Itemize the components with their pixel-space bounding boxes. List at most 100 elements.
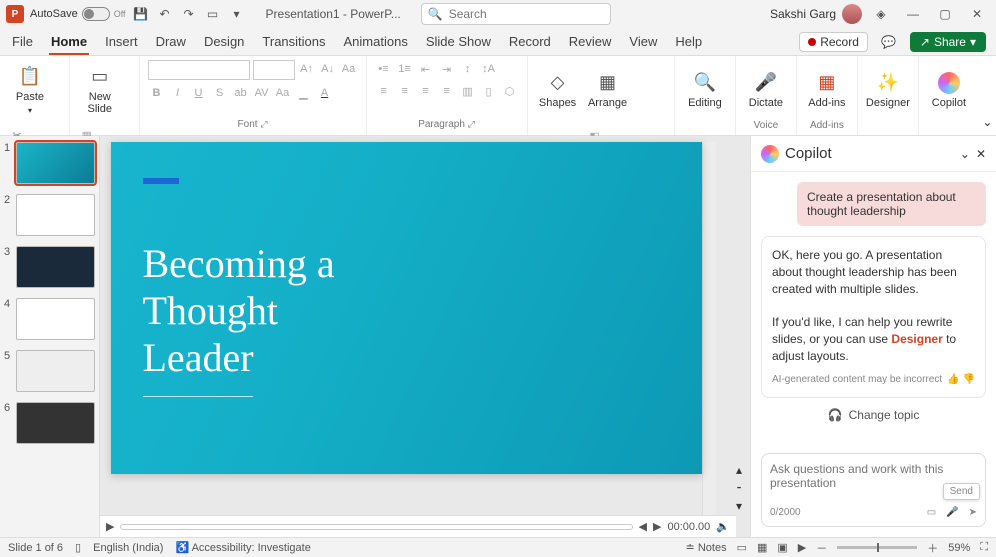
tab-slideshow[interactable]: Slide Show (424, 30, 493, 55)
new-slide-button[interactable]: ▭New Slide (78, 60, 122, 120)
present-icon[interactable]: ▭ (204, 5, 222, 23)
save-icon[interactable]: 💾 (132, 5, 150, 23)
redo-icon[interactable]: ↷ (180, 5, 198, 23)
search-field[interactable]: 🔍 (421, 3, 611, 25)
next-icon[interactable]: ▶ (653, 520, 661, 533)
document-title[interactable]: Presentation1 - PowerP... (266, 7, 401, 21)
zoom-percent[interactable]: 59% (948, 542, 970, 554)
vertical-scrollbar[interactable] (702, 142, 716, 515)
text-direction-icon[interactable]: ↕A (480, 60, 498, 78)
maximize-icon[interactable]: ▢ (932, 1, 958, 27)
copilot-expand-icon[interactable]: ⌄ (960, 147, 970, 161)
thumbnail-2[interactable]: 2 (4, 194, 95, 236)
smartart-icon[interactable]: ⬡ (501, 82, 519, 100)
dictate-button[interactable]: 🎤Dictate (744, 60, 788, 120)
thumbnail-3[interactable]: 3 (4, 246, 95, 288)
account[interactable]: Sakshi Garg (770, 4, 862, 24)
indent-dec-icon[interactable]: ⇤ (417, 60, 435, 78)
diamond-icon[interactable]: ◈ (868, 1, 894, 27)
minimize-icon[interactable]: ― (900, 1, 926, 27)
send-icon[interactable]: ➤ (969, 507, 977, 518)
zoom-out-icon[interactable]: － (816, 540, 827, 556)
thumbnail-4[interactable]: 4 (4, 298, 95, 340)
editing-button[interactable]: 🔍Editing (683, 60, 727, 120)
clear-format-icon[interactable]: Aa (340, 60, 358, 78)
view-slideshow-icon[interactable]: ▶ (798, 541, 806, 554)
autosave[interactable]: AutoSave Off (30, 7, 126, 21)
view-sorter-icon[interactable]: ▦ (757, 541, 767, 554)
addins-button[interactable]: ▦Add-ins (805, 60, 849, 120)
zoom-slider[interactable] (837, 546, 917, 549)
nav-down-icon[interactable]: ▾ (736, 499, 750, 513)
highlight-icon[interactable]: ▁ (295, 84, 313, 102)
nav-sep-icon[interactable]: ⁃ (736, 481, 750, 495)
slide-title[interactable]: Becoming aThoughtLeader (143, 240, 702, 382)
designer-link[interactable]: Designer (891, 332, 942, 346)
bold-icon[interactable]: B (148, 84, 166, 102)
thumbnail-6[interactable]: 6 (4, 402, 95, 444)
underline-icon[interactable]: U (190, 84, 208, 102)
tab-help[interactable]: Help (673, 30, 704, 55)
mic-input-icon[interactable]: 🎤 (946, 507, 958, 518)
spacing-icon[interactable]: AV (253, 84, 271, 102)
tab-record[interactable]: Record (507, 30, 553, 55)
comments-icon[interactable]: 💬 (876, 29, 902, 55)
line-spacing-icon[interactable]: ↕ (459, 60, 477, 78)
font-size-select[interactable] (253, 60, 295, 80)
indent-inc-icon[interactable]: ⇥ (438, 60, 456, 78)
qat-overflow-icon[interactable]: ▾ (228, 5, 246, 23)
thumbnail-pane[interactable]: 1 2 3 4 5 6 (0, 136, 100, 537)
change-topic-button[interactable]: 🎧Change topic (761, 408, 986, 422)
tab-insert[interactable]: Insert (103, 30, 140, 55)
view-normal-icon[interactable]: ▭ (737, 541, 747, 554)
tab-transitions[interactable]: Transitions (260, 30, 327, 55)
share-button[interactable]: ↗ Share ▾ (910, 32, 986, 52)
ribbon-collapse-icon[interactable]: ⌄ (979, 56, 996, 135)
copilot-button[interactable]: Copilot (927, 60, 971, 120)
italic-icon[interactable]: I (169, 84, 187, 102)
strike-icon[interactable]: S (211, 84, 229, 102)
copilot-close-icon[interactable]: ✕ (976, 147, 986, 161)
decrease-font-icon[interactable]: A↓ (319, 60, 337, 78)
align-text-icon[interactable]: ▯ (480, 82, 498, 100)
slide-canvas[interactable]: Becoming aThoughtLeader (111, 142, 702, 474)
numbering-icon[interactable]: 1≡ (396, 60, 414, 78)
font-family-select[interactable] (148, 60, 250, 80)
mute-icon[interactable]: 🔈 (716, 520, 730, 533)
close-icon[interactable]: ✕ (964, 1, 990, 27)
tab-draw[interactable]: Draw (154, 30, 188, 55)
align-right-icon[interactable]: ≡ (417, 82, 435, 100)
paragraph-launcher-icon[interactable]: ⤢ (468, 119, 475, 129)
nav-up-icon[interactable]: ▴ (736, 463, 750, 477)
shadow-icon[interactable]: ab (232, 84, 250, 102)
tab-design[interactable]: Design (202, 30, 246, 55)
columns-icon[interactable]: ▥ (459, 82, 477, 100)
zoom-in-icon[interactable]: ＋ (927, 540, 938, 556)
undo-icon[interactable]: ↶ (156, 5, 174, 23)
tab-review[interactable]: Review (567, 30, 614, 55)
slide-position[interactable]: Slide 1 of 6 (8, 542, 63, 554)
thumbnail-1[interactable]: 1 (4, 142, 95, 184)
shapes-button[interactable]: ◇Shapes (536, 60, 580, 120)
increase-font-icon[interactable]: A↑ (298, 60, 316, 78)
thumbs-up-icon[interactable]: 👍 (947, 374, 959, 385)
align-left-icon[interactable]: ≡ (375, 82, 393, 100)
search-input[interactable] (449, 7, 604, 21)
thumbnail-5[interactable]: 5 (4, 350, 95, 392)
case-icon[interactable]: Aa (274, 84, 292, 102)
autosave-toggle[interactable] (82, 7, 110, 21)
copilot-input[interactable]: 0/2000 ▭ 🎤 Send➤ (761, 453, 986, 527)
status-book-icon[interactable]: ▯ (75, 541, 81, 554)
paste-button[interactable]: 📋Paste▾ (8, 60, 52, 120)
align-center-icon[interactable]: ≡ (396, 82, 414, 100)
arrange-button[interactable]: ▦Arrange (586, 60, 630, 120)
font-launcher-icon[interactable]: ⤢ (260, 119, 267, 129)
accessibility[interactable]: ♿ Accessibility: Investigate (175, 541, 310, 554)
fit-icon[interactable]: ⛶ (980, 541, 988, 554)
tab-animations[interactable]: Animations (342, 30, 410, 55)
tab-view[interactable]: View (627, 30, 659, 55)
notes-toggle[interactable]: ≐ Notes (686, 541, 727, 554)
prev-icon[interactable]: ◀ (639, 520, 647, 533)
view-reading-icon[interactable]: ▣ (777, 541, 787, 554)
justify-icon[interactable]: ≡ (438, 82, 456, 100)
